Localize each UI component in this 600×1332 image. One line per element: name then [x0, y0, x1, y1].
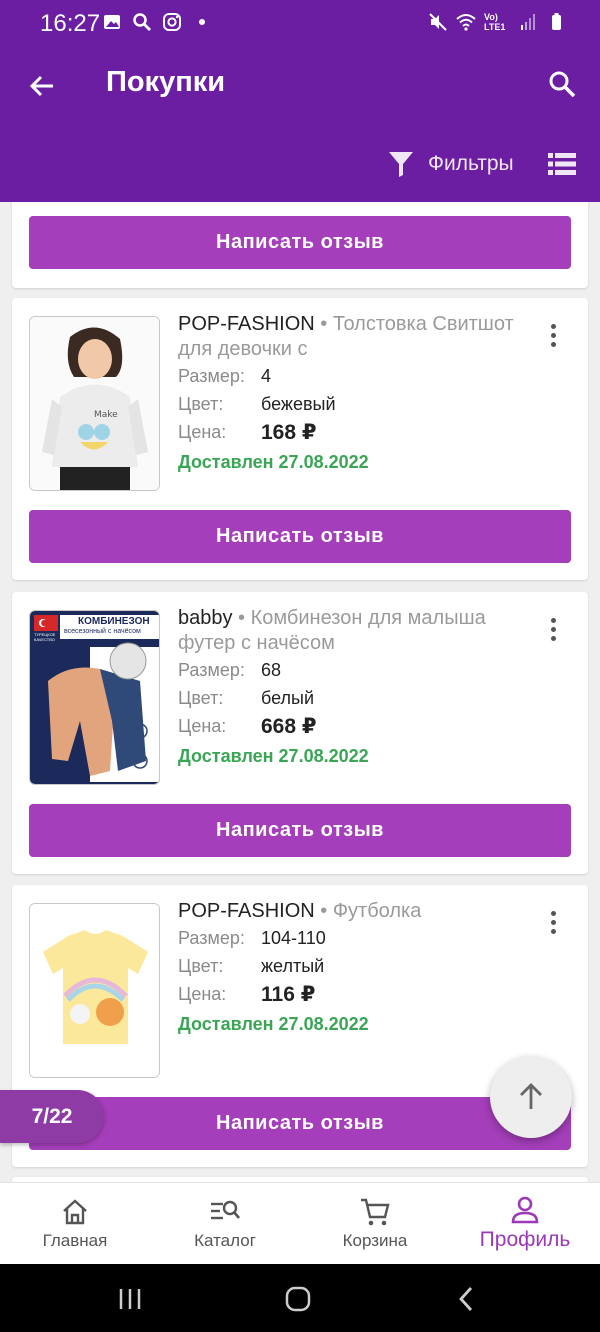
purchases-list[interactable]: Написать отзыв Make POP-FASHION • Толсто… — [0, 202, 600, 1182]
bottom-navigation: Главная Каталог Корзина Профиль — [0, 1182, 600, 1264]
search-status-icon — [133, 13, 151, 31]
mute-icon — [429, 13, 447, 31]
price-label: Цена: — [178, 716, 227, 736]
price-value: 116 ₽ — [261, 983, 316, 1006]
more-vert-icon — [550, 910, 556, 916]
purchase-card: Написать отзыв — [12, 202, 588, 288]
purchase-card[interactable]: Make POP-FASHION • Толстовка Свитшот для… — [12, 298, 588, 580]
delivery-status: Доставлен 27.08.2022 — [178, 452, 369, 472]
page-counter: 7/22 — [0, 1090, 104, 1143]
filters-button[interactable]: Фильтры — [388, 144, 514, 184]
image-subtitle: всесезонный с начёсом — [64, 628, 141, 635]
scroll-to-top-button[interactable] — [490, 1056, 572, 1138]
image-badge: ТУРЕЦКОЕ КАЧЕСТВО — [34, 632, 56, 642]
search-button[interactable] — [542, 64, 582, 104]
status-bar: 16:27 Vo) LTE1 — [0, 0, 600, 44]
separator: • — [232, 607, 251, 629]
instagram-icon — [163, 13, 181, 31]
size-label: Размер: — [178, 928, 245, 948]
filter-icon — [389, 152, 413, 177]
home-system-button[interactable] — [278, 1282, 318, 1316]
nav-profile[interactable]: Профиль — [450, 1183, 600, 1265]
recent-apps-button[interactable] — [110, 1282, 150, 1316]
search-icon — [549, 71, 576, 98]
product-name: Футболка — [332, 900, 422, 922]
app-bar: Покупки Фильтры — [0, 44, 600, 202]
price-value: 168 ₽ — [261, 421, 317, 444]
product-brand: POP-FASHION — [178, 313, 315, 335]
more-options-button[interactable] — [538, 320, 568, 350]
yellow-tshirt-image — [30, 904, 159, 1077]
write-review-button[interactable]: Написать отзыв — [29, 804, 571, 857]
delivery-status: Доставлен 27.08.2022 — [178, 746, 369, 766]
more-options-button[interactable] — [538, 907, 568, 937]
color-value: желтый — [261, 956, 325, 976]
catalog-search-icon — [211, 1200, 240, 1220]
size-label: Размер: — [178, 660, 245, 680]
size-value: 68 — [261, 660, 282, 680]
color-label: Цвет: — [178, 956, 224, 976]
nav-home-label: Главная — [42, 1231, 108, 1250]
recent-apps-icon — [119, 1289, 141, 1309]
girl-hoodie-image: Make — [30, 317, 159, 490]
filters-label: Фильтры — [428, 152, 514, 175]
profile-icon — [511, 1196, 539, 1224]
product-brand: babby — [178, 607, 233, 629]
separator: • — [314, 313, 333, 335]
nav-cart[interactable]: Корзина — [300, 1183, 450, 1265]
product-image[interactable]: Make — [29, 316, 160, 491]
color-value: бежевый — [261, 394, 336, 414]
status-time: 16:27 — [40, 10, 101, 37]
image-title: КОМБИНЕЗОН — [78, 616, 150, 627]
back-system-button[interactable] — [446, 1282, 486, 1316]
nav-catalog-label: Каталог — [194, 1231, 256, 1250]
arrow-up-icon — [520, 1083, 542, 1109]
gallery-icon — [104, 15, 120, 29]
price-label: Цена: — [178, 422, 227, 442]
home-circle-icon — [285, 1286, 311, 1312]
page-title: Покупки — [106, 66, 226, 98]
write-review-button[interactable]: Написать отзыв — [29, 1097, 571, 1150]
cart-icon — [361, 1198, 390, 1226]
signal-icon — [521, 14, 535, 30]
write-review-button[interactable]: Написать отзыв — [29, 216, 571, 269]
product-image[interactable]: КОМБИНЕЗОН всесезонный с начёсом ТУРЕЦКО… — [29, 610, 160, 785]
size-value: 104-110 — [261, 928, 326, 948]
notification-dot-icon — [199, 19, 205, 25]
price-label: Цена: — [178, 984, 227, 1004]
list-view-button[interactable] — [542, 144, 582, 184]
svg-text:Make: Make — [94, 410, 118, 420]
write-review-button[interactable]: Написать отзыв — [29, 510, 571, 563]
more-vert-icon — [550, 617, 556, 623]
delivery-status: Доставлен 27.08.2022 — [178, 1014, 369, 1034]
nav-profile-label: Профиль — [479, 1228, 571, 1251]
wifi-icon — [456, 14, 476, 31]
nav-cart-label: Корзина — [342, 1231, 408, 1250]
home-icon — [63, 1199, 87, 1225]
battery-icon — [552, 13, 561, 30]
lte-indicator: Vo) LTE1 — [484, 12, 506, 32]
arrow-left-icon — [29, 75, 53, 97]
more-options-button[interactable] — [538, 614, 568, 644]
product-image[interactable] — [29, 903, 160, 1078]
list-view-icon — [548, 153, 576, 175]
back-button[interactable] — [22, 66, 62, 106]
color-label: Цвет: — [178, 688, 224, 708]
price-value: 668 ₽ — [261, 715, 317, 738]
purchase-card[interactable]: КОМБИНЕЗОН всесезонный с начёсом ТУРЕЦКО… — [12, 592, 588, 874]
size-label: Размер: — [178, 366, 245, 386]
nav-home[interactable]: Главная — [0, 1183, 150, 1265]
color-value: белый — [261, 688, 315, 708]
system-navigation-bar — [0, 1264, 600, 1332]
size-value: 4 — [261, 366, 272, 386]
color-label: Цвет: — [178, 394, 224, 414]
separator: • — [314, 900, 333, 922]
chevron-left-icon — [459, 1287, 473, 1311]
more-vert-icon — [550, 323, 556, 329]
product-brand: POP-FASHION — [178, 900, 315, 922]
nav-catalog[interactable]: Каталог — [150, 1183, 300, 1265]
